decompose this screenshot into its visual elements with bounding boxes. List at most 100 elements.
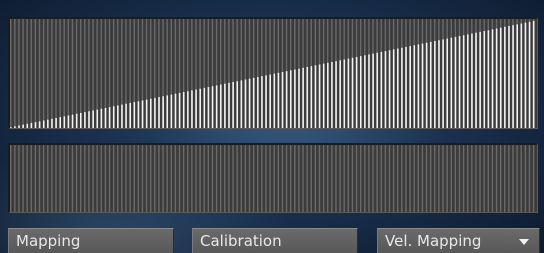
velocity-bar[interactable] (467, 34, 469, 128)
velocity-bar[interactable] (22, 124, 24, 128)
velocity-bar[interactable] (392, 49, 395, 128)
velocity-bar[interactable] (495, 28, 498, 128)
calibration-bars[interactable] (10, 145, 537, 212)
velocity-bar[interactable] (10, 127, 12, 128)
velocity-bar[interactable] (14, 126, 16, 128)
velocity-bar[interactable] (479, 31, 481, 128)
velocity-bar[interactable] (285, 71, 288, 128)
velocity-bar[interactable] (232, 82, 234, 128)
velocity-bar[interactable] (129, 102, 131, 128)
velocity-bar[interactable] (425, 42, 428, 128)
velocity-bar[interactable] (125, 103, 127, 128)
velocity-bar[interactable] (34, 122, 37, 128)
velocity-bar[interactable] (335, 61, 337, 128)
velocity-bar[interactable] (458, 36, 461, 128)
velocity-bar[interactable] (92, 110, 94, 128)
velocity-bar[interactable] (483, 31, 486, 128)
velocity-bar[interactable] (368, 54, 370, 128)
velocity-bar[interactable] (244, 79, 247, 128)
velocity-bar[interactable] (508, 26, 510, 128)
velocity-bar[interactable] (462, 35, 465, 128)
velocity-bar[interactable] (438, 40, 440, 128)
velocity-curve-table[interactable] (8, 17, 538, 129)
velocity-bar[interactable] (88, 111, 90, 128)
velocity-bar[interactable] (532, 21, 535, 128)
velocity-bar[interactable] (327, 62, 329, 128)
velocity-bar[interactable] (261, 76, 263, 128)
velocity-bar[interactable] (306, 66, 309, 128)
velocity-bar[interactable] (191, 90, 193, 128)
velocity-bar[interactable] (199, 88, 201, 128)
velocity-bar[interactable] (71, 114, 74, 128)
velocity-bar[interactable] (413, 45, 416, 128)
velocity-bar[interactable] (26, 123, 29, 128)
velocity-bar[interactable] (112, 106, 115, 128)
velocity-bar[interactable] (491, 29, 494, 128)
velocity-bar[interactable] (59, 117, 62, 128)
velocity-bar[interactable] (121, 104, 123, 128)
velocity-bar[interactable] (228, 82, 230, 128)
velocity-bar[interactable] (252, 77, 255, 128)
velocity-bar[interactable] (277, 72, 280, 128)
velocity-bar[interactable] (47, 119, 49, 128)
velocity-bar[interactable] (84, 112, 86, 128)
velocity-bar[interactable] (281, 71, 284, 128)
velocity-bar[interactable] (322, 63, 325, 128)
velocity-bar[interactable] (79, 112, 82, 128)
velocity-bar[interactable] (240, 80, 243, 128)
velocity-bar[interactable] (269, 74, 271, 129)
velocity-bar[interactable] (401, 47, 403, 128)
velocity-bar[interactable] (528, 21, 531, 128)
velocity-bar[interactable] (318, 64, 321, 128)
velocity-bar[interactable] (265, 75, 267, 128)
velocity-bar[interactable] (487, 30, 490, 128)
velocity-bar[interactable] (187, 91, 189, 128)
velocity-bar[interactable] (55, 117, 57, 128)
velocity-bar[interactable] (145, 99, 148, 128)
velocity-bar[interactable] (343, 59, 346, 128)
velocity-bar[interactable] (499, 27, 502, 128)
velocity-bar[interactable] (51, 118, 53, 128)
velocity-bar[interactable] (63, 116, 66, 128)
velocity-bar[interactable] (42, 120, 45, 128)
velocity-bar[interactable] (100, 108, 103, 128)
mapping-button[interactable]: Mapping (8, 228, 174, 253)
velocity-bar[interactable] (384, 51, 387, 128)
velocity-curve-bars[interactable] (10, 19, 537, 128)
calibration-button[interactable]: Calibration (192, 228, 358, 253)
velocity-bar[interactable] (310, 66, 313, 128)
velocity-bar[interactable] (203, 87, 206, 128)
velocity-bar[interactable] (178, 92, 181, 128)
velocity-bar[interactable] (141, 100, 144, 128)
velocity-bar[interactable] (516, 24, 519, 128)
velocity-bar[interactable] (388, 50, 391, 128)
velocity-bar[interactable] (67, 115, 70, 128)
velocity-bar[interactable] (149, 98, 152, 128)
velocity-bar[interactable] (154, 97, 156, 128)
velocity-bar[interactable] (471, 33, 473, 128)
velocity-bar[interactable] (475, 32, 477, 128)
velocity-bar[interactable] (174, 93, 177, 128)
velocity-bar[interactable] (162, 96, 164, 128)
velocity-bar[interactable] (512, 25, 514, 128)
velocity-bar[interactable] (273, 73, 276, 128)
velocity-bar[interactable] (166, 95, 169, 128)
velocity-bar[interactable] (347, 58, 350, 128)
velocity-bar[interactable] (38, 121, 41, 128)
velocity-bar[interactable] (236, 81, 239, 128)
velocity-bar[interactable] (302, 67, 304, 128)
velocity-bar[interactable] (454, 36, 457, 128)
velocity-bar[interactable] (520, 23, 523, 128)
velocity-bar[interactable] (18, 125, 20, 128)
velocity-bar[interactable] (314, 65, 317, 128)
velocity-bar[interactable] (137, 101, 140, 128)
velocity-bar[interactable] (409, 46, 411, 128)
velocity-bar[interactable] (446, 38, 449, 128)
velocity-bar[interactable] (108, 107, 111, 128)
velocity-bar[interactable] (219, 84, 222, 128)
velocity-bar[interactable] (417, 44, 420, 128)
velocity-bar[interactable] (504, 26, 506, 128)
velocity-bar[interactable] (380, 51, 383, 128)
velocity-bar[interactable] (207, 87, 210, 128)
velocity-bar[interactable] (351, 57, 354, 128)
